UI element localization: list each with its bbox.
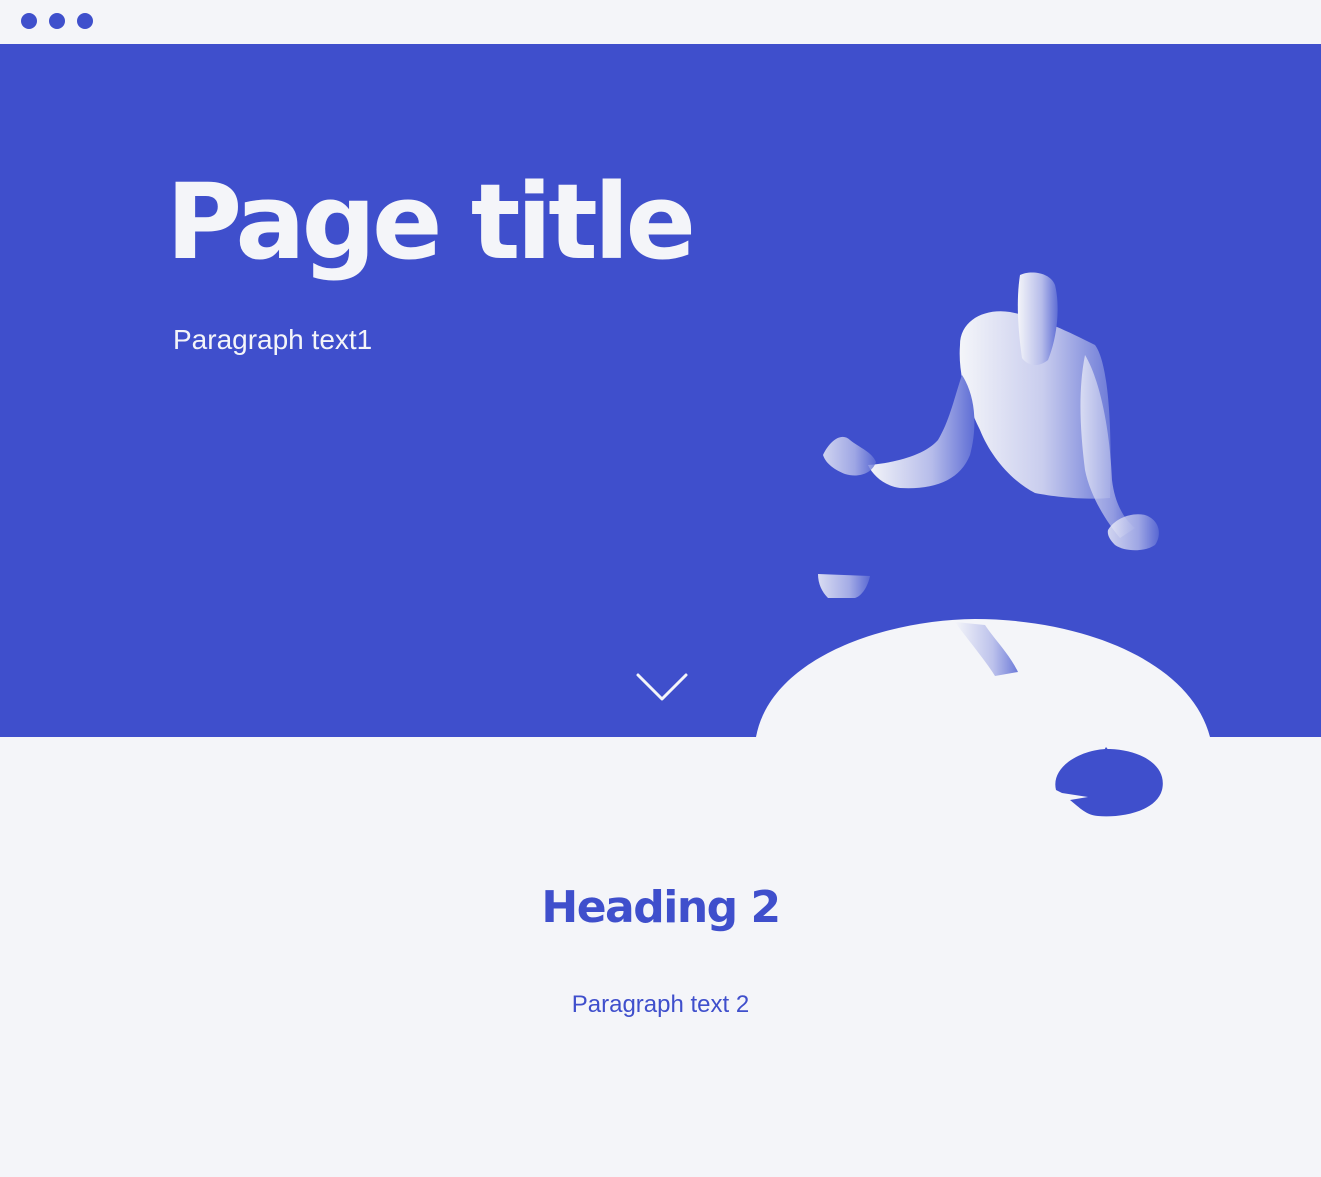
window-dot-3[interactable]	[77, 13, 93, 29]
window-dot-1[interactable]	[21, 13, 37, 29]
section-paragraph: Paragraph text 2	[571, 991, 750, 1018]
window-dot-2[interactable]	[49, 13, 65, 29]
hero-paragraph: Paragraph text1	[173, 324, 373, 355]
chevron-down-icon[interactable]	[632, 667, 692, 707]
hero-section: Page title Paragraph text1	[0, 44, 1321, 737]
section-heading: Heading 2	[541, 882, 781, 933]
floating-disc	[1055, 748, 1163, 817]
browser-window: Page title Paragraph text1 Heading 2 Par…	[0, 0, 1321, 1177]
page-title: Page title	[166, 161, 696, 283]
window-titlebar	[0, 0, 1321, 44]
